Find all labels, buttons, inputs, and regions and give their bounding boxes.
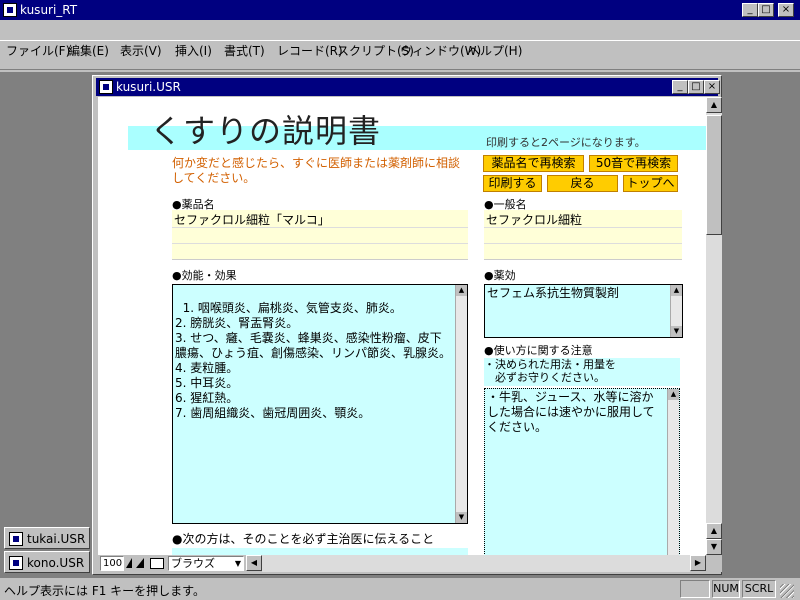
child-maximize-button[interactable]: □ [688,80,704,94]
effect-label: ●効能・効果 [172,269,237,282]
vertical-scrollbar[interactable]: ▲ ▲ ▼ [706,97,722,555]
drug-effect-textarea[interactable]: セフェム系抗生物質製剤 ▲ ▼ [484,284,683,338]
scroll-down-icon[interactable]: ▼ [456,512,467,523]
document-icon [9,556,23,570]
document-icon [9,532,23,546]
resize-grip-icon[interactable] [780,584,794,598]
usage-note: ・決められた用法・用量を 必ずお守りください。 [484,358,680,386]
bottom-bar: 100 ブラウズ ▼ ◀ ▶ [98,555,722,572]
scroll-up-icon[interactable]: ▲ [671,285,682,296]
drug-name-field[interactable]: セファクロル細粒「マルコ」 [172,210,468,260]
mode-select[interactable]: ブラウズ ▼ [168,556,244,571]
app-icon[interactable] [3,3,17,17]
scroll-down-icon[interactable]: ▼ [706,539,722,555]
scroll-right-icon[interactable]: ▶ [690,555,706,571]
usage-scrollbar[interactable]: ▲ [667,389,679,557]
drug-effect-text: セフェム系抗生物質製剤 [487,286,620,300]
scroll-down-icon[interactable]: ▼ [671,326,682,337]
warning-text: 何か変だと感じたら、すぐに医師または薬剤師に相談してください。 [172,156,461,185]
app-title: kusuri_RT [20,3,78,17]
child-close-button[interactable]: × [704,80,720,94]
status-bar: ヘルプ表示には F1 キーを押します。 NUM SCRL [0,578,800,600]
search-50-sound-button[interactable]: 50音で再検索 [589,155,678,172]
effect-text: 1. 咽喉頭炎、扁桃炎、気管支炎、肺炎。 2. 膀胱炎、腎盂腎炎。 3. せつ、… [175,301,452,420]
effect-textarea[interactable]: 1. 咽喉頭炎、扁桃炎、気管支炎、肺炎。 2. 膀胱炎、腎盂腎炎。 3. せつ、… [172,284,468,524]
close-button[interactable]: × [778,3,794,17]
scroll-thumb[interactable] [706,115,722,235]
usage-label: ●使い方に関する注意 [484,344,593,357]
generic-name-field[interactable]: セファクロル細粒 [484,210,682,260]
rule-line [484,243,682,244]
drug-effect-label: ●薬効 [484,269,516,282]
minimized-title: tukai.USR [27,532,86,546]
status-text: ヘルプ表示には F1 キーを押します。 [4,584,205,598]
print-button[interactable]: 印刷する [483,175,542,192]
zoom-level[interactable]: 100 [100,556,124,571]
scroll-up-icon[interactable]: ▲ [706,97,722,113]
toolbar: ⎙ ✓ ✂ ❐ ▤ ↶ ▦ ▦ ▦ ⊞ ⇅ ⇄ ⇉ ⇶ ? [0,40,800,107]
child-title-bar: kusuri.USR _ □ × [96,78,720,96]
maximize-button[interactable]: □ [758,3,774,17]
zoom-in-icon[interactable] [136,558,144,568]
scroll-lock-indicator: SCRL [742,580,776,598]
scroll-up-icon[interactable]: ▲ [456,285,467,296]
generic-name-value: セファクロル細粒 [486,213,583,227]
usage-textarea[interactable]: ・牛乳、ジュース、水等に溶かした場合には速やかに服用してください。 ▲ [484,388,680,558]
status-panel-blank [680,580,710,598]
search-by-name-button[interactable]: 薬品名で再検索 [483,155,584,172]
horizontal-scrollbar[interactable] [262,555,690,572]
child-title: kusuri.USR [116,80,181,94]
minimized-window-tukai[interactable]: tukai.USR [4,527,90,549]
effect-scrollbar[interactable]: ▲ ▼ [455,285,467,523]
doctor-notice-field[interactable] [172,548,468,555]
app-title-bar: kusuri_RT _ □ × [0,0,800,20]
drug-name-value: セファクロル細粒「マルコ」 [174,213,330,227]
scroll-up-icon[interactable]: ▲ [668,389,679,400]
print-note: 印刷すると2ページになります。 [486,136,646,149]
scroll-left-icon[interactable]: ◀ [246,555,262,571]
menu-bar: ファイル(F) 編集(E) 表示(V) 挿入(I) 書式(T) レコード(R) … [0,20,800,58]
chevron-down-icon[interactable]: ▼ [235,557,241,570]
back-button[interactable]: 戻る [547,175,618,192]
page-title: くすりの説明書 [150,112,382,150]
drug-effect-scrollbar[interactable]: ▲ ▼ [670,285,682,337]
usage-text: ・牛乳、ジュース、水等に溶かした場合には速やかに服用してください。 [487,390,655,434]
top-button[interactable]: トップへ [623,175,678,192]
mode-value: ブラウズ [171,557,215,570]
minimized-window-kono[interactable]: kono.USR [4,551,90,573]
document-icon[interactable] [99,80,113,94]
minimized-title: kono.USR [27,556,85,570]
num-lock-indicator: NUM [712,580,740,598]
doctor-notice-label: ●次の方は、そのことを必ず主治医に伝えること [172,532,435,546]
status-area-icon[interactable] [150,558,164,569]
scroll-up-icon[interactable]: ▲ [706,523,722,539]
zoom-out-icon[interactable] [126,558,132,568]
minimize-button[interactable]: _ [742,3,758,17]
child-minimize-button[interactable]: _ [672,80,688,94]
rule-line [172,243,468,244]
